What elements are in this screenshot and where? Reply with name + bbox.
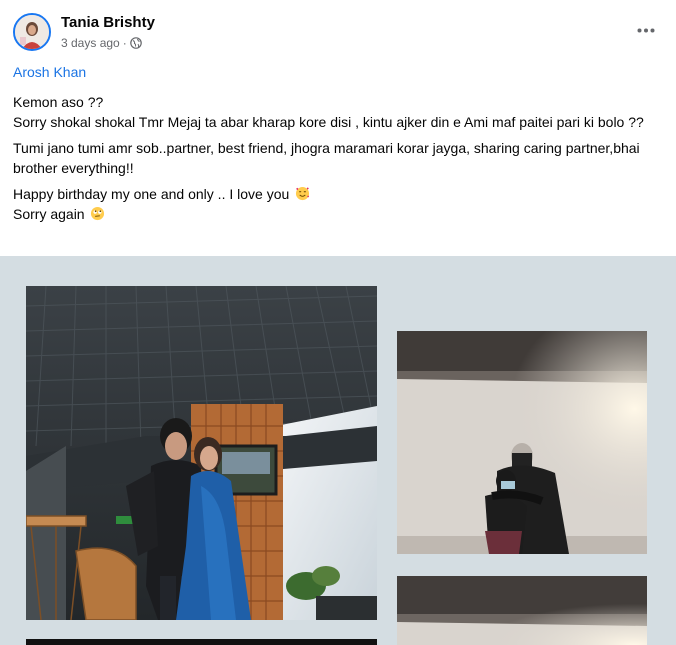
- post-meta: 3 days ago ·: [61, 36, 142, 50]
- more-options-icon: [637, 28, 655, 32]
- author-avatar[interactable]: [13, 13, 51, 51]
- post-paragraph-3: Happy birthday my one and only .. I love…: [13, 184, 658, 224]
- post-paragraph-2: Tumi jano tumi amr sob..partner, best fr…: [13, 140, 640, 176]
- meta-separator: ·: [122, 36, 127, 50]
- author-name[interactable]: Tania Brishty: [61, 14, 155, 31]
- facebook-post: Tania Brishty 3 days ago · Arosh Khan Ke…: [0, 0, 676, 645]
- tagged-user-link[interactable]: Arosh Khan: [13, 64, 86, 80]
- photo-couple-restaurant[interactable]: [26, 286, 377, 620]
- globe-icon[interactable]: [129, 37, 142, 49]
- avatar-image: [15, 15, 49, 49]
- post-line-birthday: Happy birthday my one and only .. I love…: [13, 186, 290, 202]
- post-line-1: Kemon aso ??: [13, 94, 104, 110]
- post-header: Tania Brishty 3 days ago ·: [0, 0, 676, 60]
- photo-room-ceiling[interactable]: [397, 576, 647, 645]
- post-text: Kemon aso ?? Sorry shokal shokal Tmr Mej…: [13, 92, 658, 230]
- face-with-rolling-eyes-emoji-icon: [90, 206, 105, 221]
- photo-hug-room[interactable]: [397, 331, 647, 554]
- photo-grid: [0, 256, 676, 645]
- post-paragraph-1: Kemon aso ?? Sorry shokal shokal Tmr Mej…: [13, 92, 658, 132]
- more-options-button[interactable]: [634, 20, 658, 40]
- smiling-face-with-hearts-emoji-icon: [295, 186, 310, 201]
- post-line-sorry: Sorry again: [13, 206, 85, 222]
- post-line-2: Sorry shokal shokal Tmr Mejaj ta abar kh…: [13, 114, 644, 130]
- post-timestamp[interactable]: 3 days ago: [61, 36, 120, 50]
- photo-dark-bottom[interactable]: [26, 639, 377, 645]
